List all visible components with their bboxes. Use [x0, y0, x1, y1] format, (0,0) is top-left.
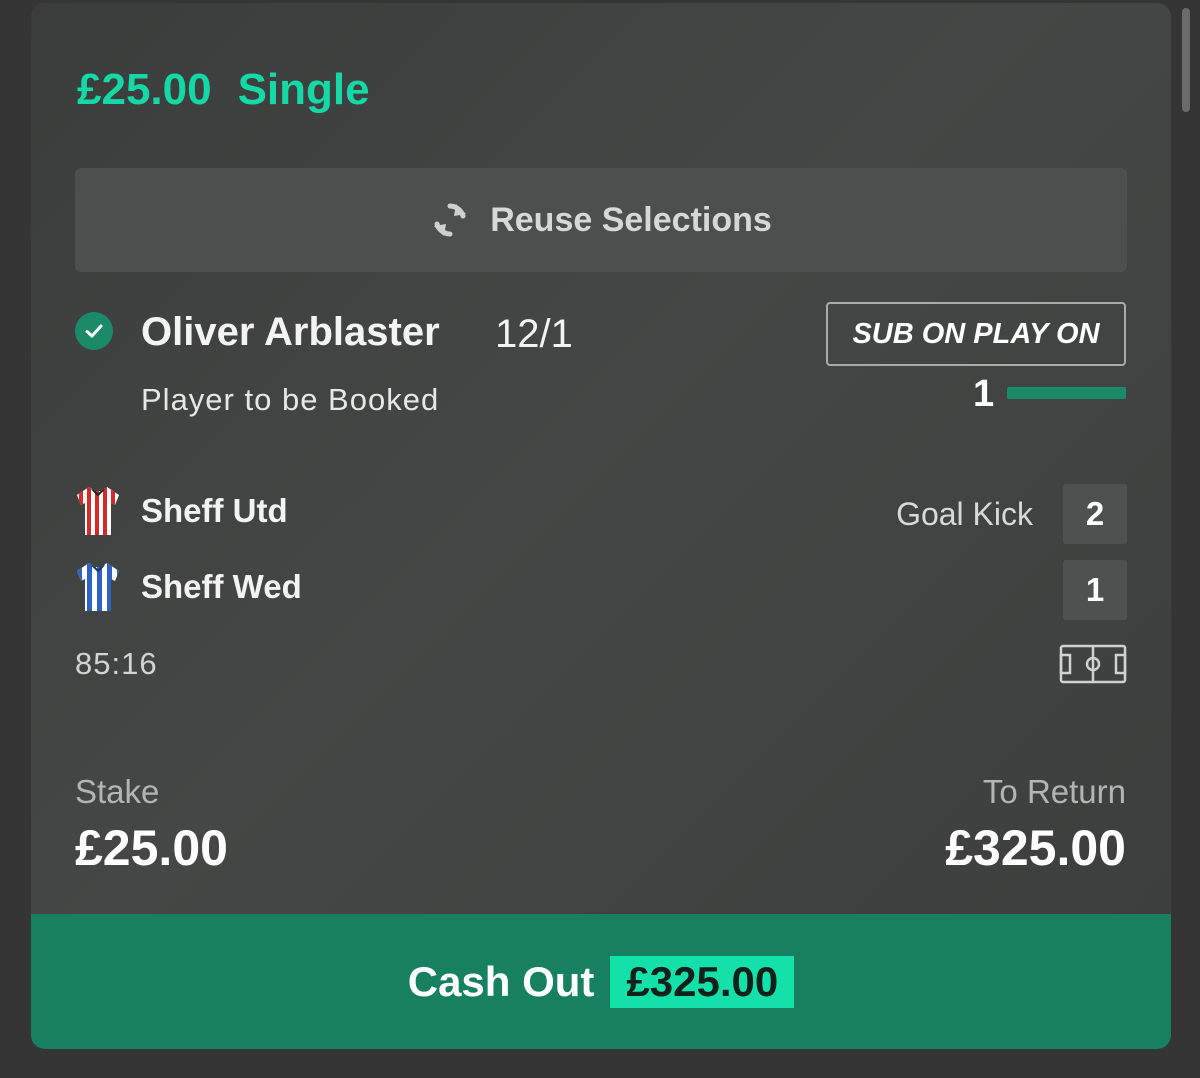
match-event-label: Goal Kick — [896, 496, 1033, 532]
cash-out-label: Cash Out — [407, 957, 595, 1005]
market-name: Player to be Booked — [141, 382, 440, 417]
reuse-selections-button[interactable]: Reuse Selections — [75, 168, 1127, 272]
refresh-icon — [434, 203, 467, 237]
bet-stake-amount: £25.00 — [77, 65, 212, 114]
selection-odds: 12/1 — [495, 312, 573, 356]
bet-card: £25.00 Single Reuse Selections Oliver Ar… — [31, 3, 1171, 1049]
cash-out-button[interactable]: Cash Out £325.00 — [31, 914, 1171, 1049]
blue-white-striped-shirt-icon — [77, 563, 119, 611]
pitch-icon[interactable] — [1059, 644, 1127, 684]
scrollbar[interactable] — [1182, 8, 1190, 112]
to-return-label: To Return — [982, 773, 1126, 810]
stake-label: Stake — [75, 773, 160, 810]
home-team-name: Sheff Utd — [141, 492, 288, 529]
away-score: 1 — [1063, 560, 1127, 620]
check-circle-icon — [75, 312, 113, 350]
red-white-striped-shirt-icon — [77, 487, 119, 535]
cash-out-amount: £325.00 — [610, 955, 795, 1008]
home-team-row: Sheff Utd — [75, 485, 288, 537]
bet-type: Single — [237, 65, 370, 114]
bet-header: £25.00 Single — [77, 65, 370, 115]
sub-on-play-on-badge: SUB ON PLAY ON — [826, 302, 1126, 366]
away-team-name: Sheff Wed — [141, 568, 302, 605]
to-return-value: £325.00 — [945, 820, 1126, 876]
match-clock: 85:16 — [75, 646, 158, 681]
home-score: 2 — [1063, 484, 1127, 544]
stake-value: £25.00 — [75, 820, 228, 876]
away-team-row: Sheff Wed — [75, 561, 302, 613]
selection-name: Oliver Arblaster — [141, 310, 440, 354]
progress-bar — [1007, 387, 1126, 399]
progress-count: 1 — [973, 373, 995, 415]
reuse-selections-label: Reuse Selections — [490, 200, 772, 239]
